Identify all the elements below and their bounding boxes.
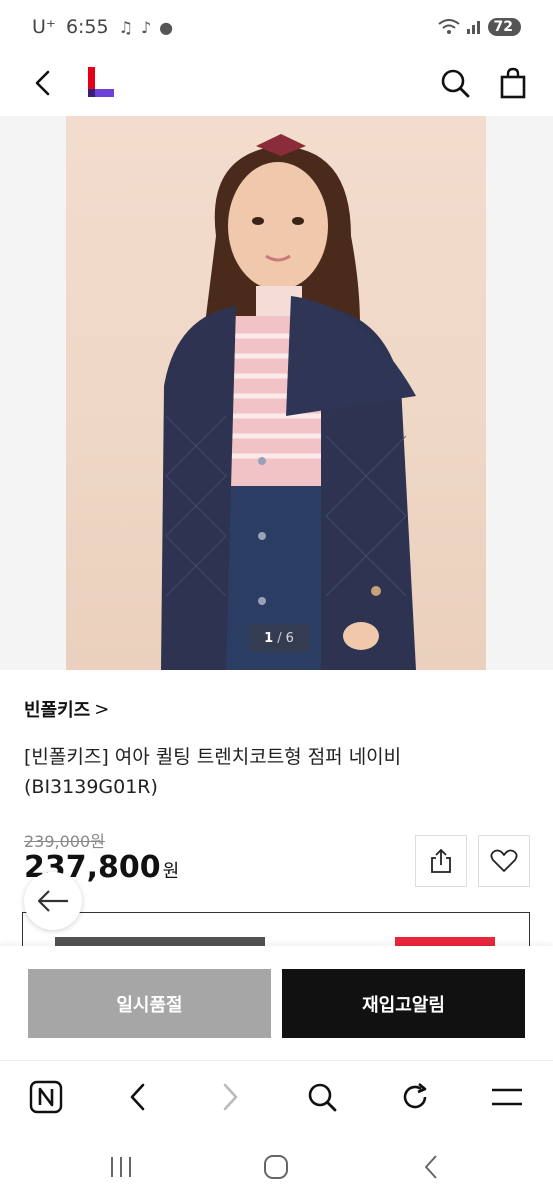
coupon-peek (55, 937, 495, 946)
browser-nav (0, 1060, 553, 1132)
search-icon (308, 1083, 337, 1112)
product-photo-illustration (161, 134, 416, 670)
clock: 6:55 (65, 16, 109, 38)
notification-icons: ♫ ♪ ● (119, 18, 174, 37)
wifi-icon (437, 19, 460, 34)
gallery-current: 1 (264, 630, 274, 646)
chevron-left-icon (35, 70, 50, 96)
back-icon (130, 1083, 145, 1111)
lotte-logo[interactable] (88, 67, 114, 97)
soldout-button[interactable]: 일시품절 (28, 969, 271, 1038)
product-title: [빈폴키즈] 여아 퀼팅 트렌치코트형 점퍼 네이비 (BI3139G01R) (24, 746, 402, 798)
browser-refresh-button[interactable] (395, 1077, 435, 1117)
original-price: 239,000원 (24, 832, 105, 851)
product-photo[interactable] (66, 116, 486, 670)
refresh-icon (403, 1083, 427, 1109)
notification-icon: ♪ (140, 17, 152, 37)
floating-back-button[interactable] (24, 872, 82, 930)
arrow-left-icon (37, 890, 68, 912)
lotte-l-logo-icon (88, 67, 114, 97)
home-button[interactable] (259, 1152, 293, 1182)
browser-menu-button[interactable] (487, 1077, 527, 1117)
recents-icon (111, 1157, 131, 1177)
brand-name: 빈폴키즈 (24, 700, 91, 721)
search-button[interactable] (438, 66, 472, 100)
music-note-icon: ♫ (118, 17, 133, 37)
share-icon (431, 848, 451, 873)
signal-icon (466, 21, 480, 34)
brand-link[interactable]: 빈폴키즈 > (24, 696, 109, 722)
naver-n-icon (29, 1080, 63, 1114)
gallery-indicator: 1 / 6 (249, 624, 309, 652)
android-nav (0, 1132, 553, 1200)
gallery-separator: / (277, 630, 282, 646)
status-bar: U⁺ 6:55 ♫ ♪ ● 72 (0, 0, 553, 54)
carrier-label: U⁺ (32, 16, 56, 38)
browser-back-button[interactable] (118, 1077, 158, 1117)
cart-button[interactable] (496, 66, 530, 100)
browser-search-button[interactable] (302, 1077, 342, 1117)
action-bar: 일시품절 재입고알림 (0, 946, 553, 1060)
system-back-button[interactable] (414, 1152, 448, 1182)
wishlist-button[interactable] (478, 835, 530, 887)
status-right: 72 (437, 18, 521, 36)
product-image-gallery[interactable]: 1 / 6 (0, 116, 553, 670)
recents-button[interactable] (104, 1152, 138, 1182)
search-icon (441, 69, 470, 98)
share-button[interactable] (415, 835, 467, 887)
browser-forward-button[interactable] (210, 1077, 250, 1117)
currency-unit: 원 (162, 861, 180, 882)
battery-indicator: 72 (487, 18, 521, 36)
status-left: U⁺ 6:55 ♫ ♪ ● (32, 16, 173, 38)
chat-bubble-icon: ● (159, 17, 174, 37)
system-back-icon (425, 1155, 437, 1179)
browser-home-button[interactable] (26, 1077, 66, 1117)
gallery-total: 6 (285, 630, 294, 646)
coupon-text-peek (55, 937, 265, 946)
app-header (0, 54, 553, 116)
heart-icon (490, 849, 518, 872)
chevron-right-icon: > (94, 698, 110, 720)
coupon-price-peek (395, 937, 495, 946)
restock-alert-button[interactable]: 재입고알림 (282, 969, 525, 1038)
forward-icon (223, 1083, 238, 1111)
back-button[interactable] (26, 66, 60, 100)
menu-icon (492, 1088, 522, 1106)
coupon-box[interactable] (22, 912, 530, 946)
shopping-bag-icon (500, 67, 526, 99)
home-icon (264, 1155, 288, 1179)
